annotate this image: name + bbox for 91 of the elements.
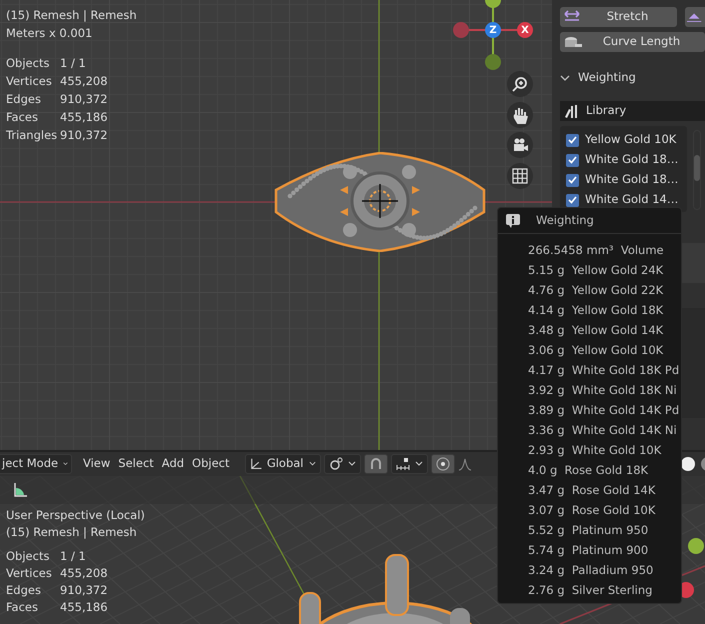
target-icon — [436, 457, 450, 471]
gizmo-axis-dot[interactable] — [485, 54, 501, 70]
menu-item[interactable]: View — [79, 455, 114, 473]
tool-icon-button[interactable] — [685, 7, 705, 27]
stat-value: 910,372 — [60, 91, 109, 108]
shading-material-icon[interactable] — [700, 456, 705, 472]
stat-label: Objects — [6, 548, 50, 565]
stat-label: Edges — [6, 582, 42, 599]
camera-icon[interactable] — [511, 136, 529, 154]
gizmo-axis-dot[interactable] — [453, 22, 469, 38]
info-icon — [506, 214, 520, 228]
stat-value: 910,372 — [60, 582, 109, 599]
tooltip-row-text: 3.24 g Palladium 950 — [527, 562, 654, 579]
checkbox[interactable] — [566, 174, 579, 186]
stat-value: 1 / 1 — [60, 548, 87, 565]
caret-icon — [348, 461, 356, 467]
tooltip-row-text: 5.52 g Platinum 950 — [527, 522, 650, 539]
tooltip-row-text: 3.48 g Yellow Gold 14K — [527, 322, 664, 339]
hand-icon[interactable] — [511, 106, 529, 124]
snap-target-dropdown[interactable] — [390, 454, 428, 474]
stat-value: 455,186 — [60, 599, 109, 616]
stat-label: Faces — [6, 109, 39, 126]
gizmo-axis-button[interactable]: Z — [485, 22, 501, 38]
stat-value: 455,186 — [60, 109, 109, 126]
caret-icon — [414, 461, 423, 467]
checkbox[interactable] — [566, 194, 579, 206]
tooltip-row-text: 4.14 g Yellow Gold 18K — [527, 302, 664, 319]
link-icon — [328, 457, 343, 471]
snap-toggle[interactable] — [364, 454, 388, 474]
tooltip-row-text: 4.76 g Yellow Gold 22K — [527, 282, 664, 299]
material-list-item[interactable]: White Gold 18… — [562, 150, 687, 170]
stat-label: Edges — [6, 91, 42, 108]
chevron-down-icon[interactable] — [560, 74, 570, 82]
snap-increment-icon — [396, 457, 410, 471]
stat-value: 910,372 — [60, 127, 109, 144]
magnet-icon — [368, 457, 383, 471]
menu-item[interactable]: Select — [114, 455, 158, 473]
mode-dropdown[interactable]: ject Mode — [0, 454, 72, 474]
tooltip-row-text: 2.93 g White Gold 10K — [527, 442, 662, 459]
stat-value: 455,208 — [60, 565, 109, 582]
gizmo-axis-button[interactable]: X — [517, 22, 533, 38]
menu-item[interactable]: Add — [158, 455, 188, 473]
tape-measure-icon — [564, 35, 582, 49]
measure-tool-icon[interactable] — [12, 482, 28, 498]
panel-header[interactable]: Weighting — [560, 68, 705, 88]
tooltip-row-text: 3.92 g White Gold 18K Ni — [527, 382, 678, 399]
tooltip-row-text: 4.17 g White Gold 18K Pd — [527, 362, 680, 379]
tooltip-row-text: 266.5458 mm³ Volume — [527, 242, 665, 259]
tooltip-row-text: 5.74 g Platinum 900 — [527, 542, 650, 559]
tooltip-title: Weighting — [536, 212, 594, 229]
proportional-edit-toggle[interactable] — [430, 454, 455, 474]
axes-icon — [250, 457, 262, 471]
tooltip-row-text: 2.76 g Silver Sterling — [527, 582, 654, 599]
tooltip-row-text: 3.89 g White Gold 14K Pd — [527, 402, 680, 419]
tooltip-row-text: 5.15 g Yellow Gold 24K — [527, 262, 664, 279]
checkbox[interactable] — [566, 134, 579, 146]
stat-label: Faces — [6, 599, 39, 616]
orientation-dropdown[interactable]: Global — [244, 454, 321, 474]
stat-label: Vertices — [6, 73, 53, 90]
viewport-info-text: User Perspective (Local) — [6, 507, 145, 524]
tool-button[interactable]: Stretch — [560, 7, 677, 27]
scrollbar[interactable] — [693, 130, 701, 210]
viewport-info-text: (15) Remesh | Remesh — [6, 524, 138, 541]
pivot-dropdown[interactable] — [324, 454, 361, 474]
books-icon — [564, 104, 578, 118]
shading-solid-icon[interactable] — [680, 456, 696, 472]
stat-label: Triangles — [6, 127, 58, 144]
stat-label: Objects — [6, 55, 50, 72]
tooltip-row-text: 3.07 g Rose Gold 10K — [527, 502, 656, 519]
stat-value: 455,208 — [60, 73, 109, 90]
caret-icon — [308, 461, 316, 467]
viewport-info-text: Meters x 0.001 — [6, 25, 94, 42]
zoom-icon[interactable] — [511, 75, 529, 93]
stat-label: Vertices — [6, 565, 53, 582]
tooltip-row-text: 4.0 g Rose Gold 18K — [527, 462, 650, 479]
tooltip-row-text: 3.47 g Rose Gold 14K — [527, 482, 656, 499]
material-list-item[interactable]: White Gold 18… — [562, 170, 687, 190]
falloff-curve-icon[interactable] — [458, 457, 472, 471]
tool-button[interactable]: Curve Length — [560, 32, 705, 52]
caret-icon — [63, 461, 68, 467]
material-list-item[interactable]: Yellow Gold 10K — [562, 130, 687, 150]
stat-value: 1 / 1 — [60, 55, 87, 72]
tooltip-row-text: 3.06 g Yellow Gold 10K — [527, 342, 664, 359]
grid-icon[interactable] — [511, 166, 529, 184]
gizmo-axis-dot[interactable] — [688, 538, 704, 554]
material-list-item[interactable]: White Gold 14… — [562, 190, 687, 210]
library-header[interactable]: Library — [560, 101, 705, 121]
viewport-info-text: (15) Remesh | Remesh — [6, 7, 137, 24]
checkbox[interactable] — [566, 154, 579, 166]
tooltip-row-text: 3.36 g White Gold 14K Ni — [527, 422, 678, 439]
menu-item[interactable]: Object — [188, 455, 234, 473]
